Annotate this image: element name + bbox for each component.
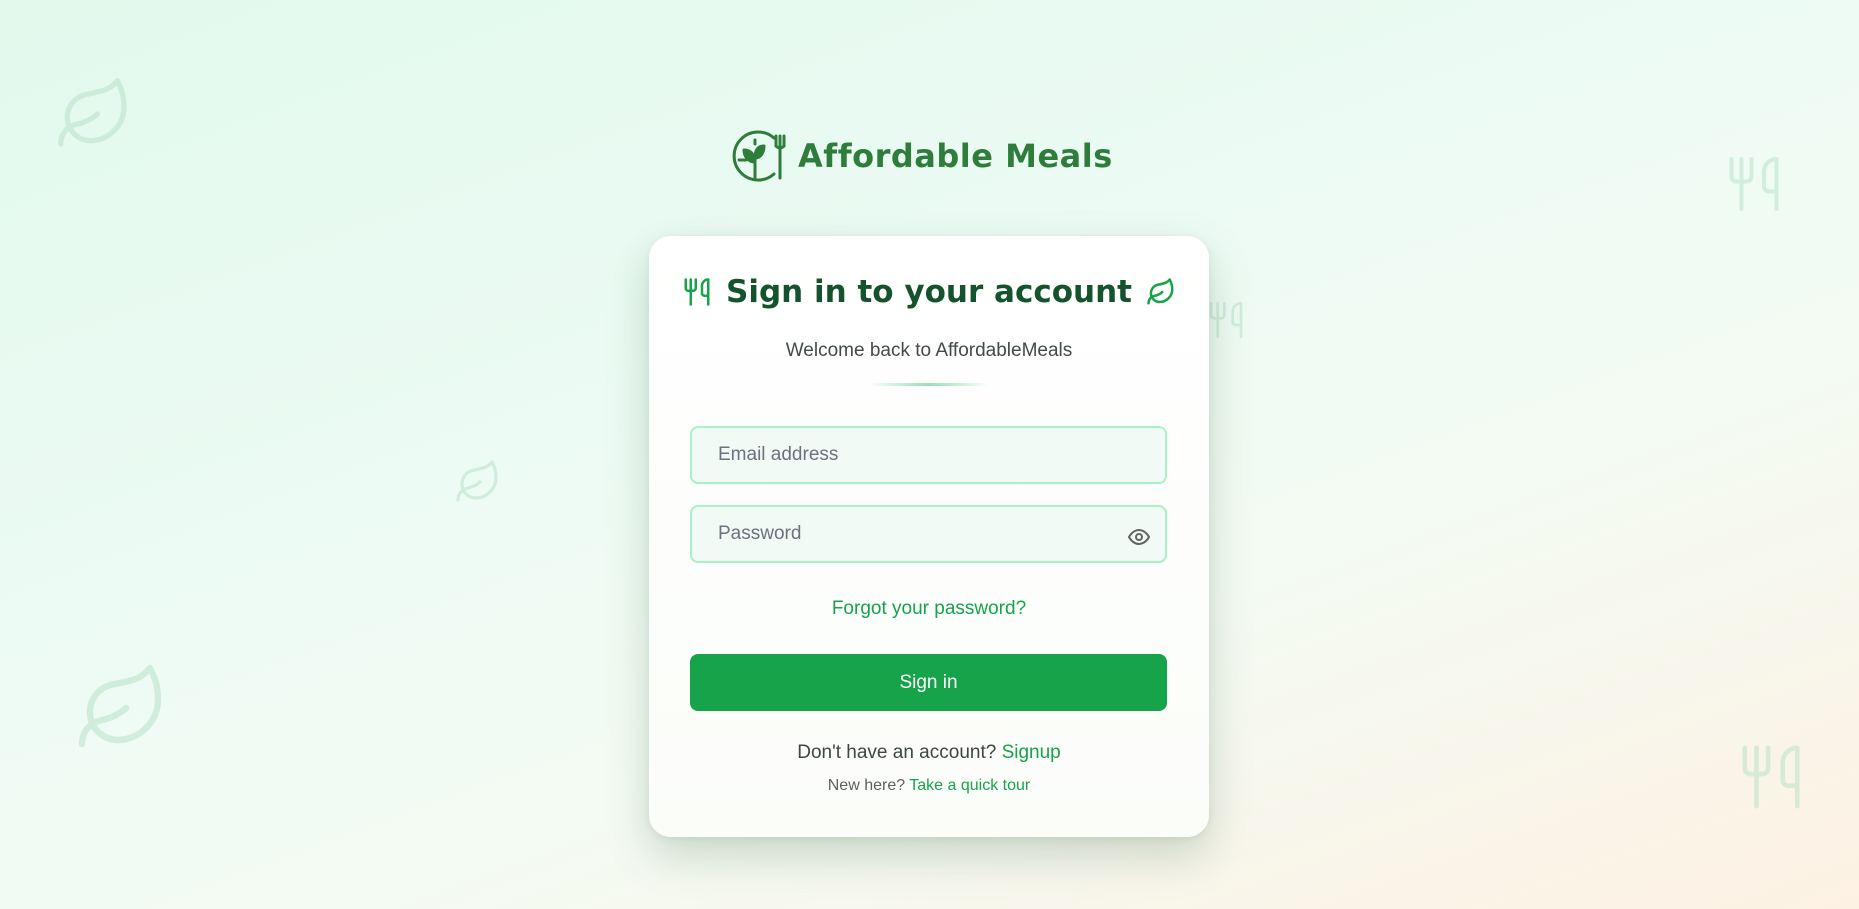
plate-sprout-fork-icon <box>730 128 788 184</box>
welcome-subtitle: Welcome back to AffordableMeals <box>785 340 1073 361</box>
brand-name: Affordable Meals <box>798 137 1113 175</box>
leaf-icon <box>1146 277 1176 307</box>
tour-row: New here? Take a quick tour <box>649 777 1209 795</box>
bg-leaf-icon <box>74 660 170 756</box>
quick-tour-link[interactable]: Take a quick tour <box>909 777 1030 794</box>
bg-utensils-icon <box>1736 742 1806 812</box>
sign-in-button[interactable]: Sign in <box>690 654 1167 711</box>
password-input[interactable] <box>692 507 1165 561</box>
card-header: Sign in to your account <box>649 274 1209 310</box>
bg-utensils-icon <box>1206 300 1246 340</box>
divider <box>869 383 989 386</box>
email-field-wrapper <box>690 426 1167 484</box>
bg-utensils-icon <box>1724 154 1784 214</box>
email-input[interactable] <box>692 428 1165 482</box>
utensils-icon <box>682 276 712 308</box>
eye-icon[interactable] <box>1127 525 1151 554</box>
brand-header: Affordable Meals <box>730 128 1113 184</box>
signup-row: Don't have an account? Signup <box>649 742 1209 764</box>
signup-link[interactable]: Signup <box>1002 742 1061 763</box>
signin-card: Sign in to your account Welcome back to … <box>649 236 1209 837</box>
bg-leaf-icon <box>54 74 134 154</box>
forgot-password-link[interactable]: Forgot your password? <box>649 598 1209 620</box>
signup-prompt: Don't have an account? <box>797 742 997 763</box>
page-title: Sign in to your account <box>726 274 1132 310</box>
bg-leaf-icon <box>454 458 502 506</box>
password-field-wrapper <box>690 505 1167 563</box>
tour-prompt: New here? <box>827 777 906 794</box>
